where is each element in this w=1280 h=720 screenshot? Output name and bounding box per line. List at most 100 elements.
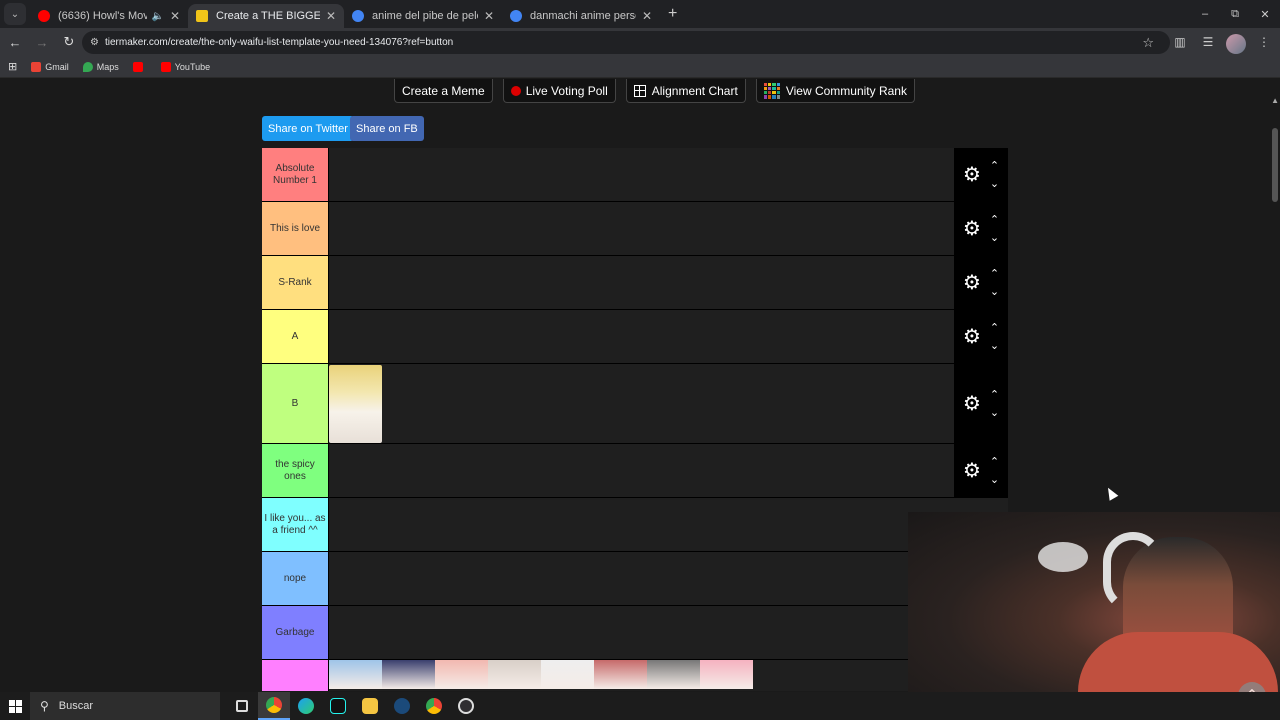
alignment-chart-button[interactable]: Alignment Chart xyxy=(625,79,746,103)
share-facebook-button[interactable]: Share on FB xyxy=(350,116,424,141)
media-control-icon[interactable]: ☰ xyxy=(1198,32,1218,52)
obs-taskbar-icon[interactable] xyxy=(450,692,482,720)
view-community-rank-button[interactable]: View Community Rank xyxy=(755,79,915,103)
tier-label[interactable]: S-Rank xyxy=(262,256,329,309)
unranked-pool[interactable] xyxy=(329,660,954,691)
button-label: Share on Twitter xyxy=(268,122,348,135)
chevron-up-icon[interactable]: ⌃ xyxy=(990,157,999,175)
restore-icon[interactable]: ⧉ xyxy=(1220,0,1250,28)
gear-icon[interactable]: ⚙ xyxy=(963,216,981,241)
tab-youtube[interactable]: (6636) Howl's Moving Castl 🔈 ✕ xyxy=(30,4,188,28)
back-icon[interactable]: ← xyxy=(3,30,27,54)
bookmark-gmail[interactable]: Gmail xyxy=(31,61,69,72)
close-tab-icon[interactable]: ✕ xyxy=(326,9,336,23)
tier-drop-zone[interactable] xyxy=(329,310,954,363)
chevron-down-icon[interactable]: ⌄ xyxy=(990,471,999,489)
character-card[interactable] xyxy=(435,660,488,689)
tier-label[interactable]: I like you... as a friend ^^ xyxy=(262,498,329,551)
scrollbar-thumb[interactable] xyxy=(1272,128,1278,202)
tab-google-search-2[interactable]: danmachi anime personajes - B ✕ xyxy=(502,4,660,28)
gear-icon[interactable]: ⚙ xyxy=(963,162,981,187)
gear-icon[interactable]: ⚙ xyxy=(963,391,981,416)
reload-icon[interactable]: ↻ xyxy=(57,30,81,54)
chevron-up-icon[interactable]: ⌃ xyxy=(990,453,999,471)
youtube-icon xyxy=(132,61,143,72)
gear-icon[interactable]: ⚙ xyxy=(963,458,981,483)
tier-row: S-Rank ⚙ ⌃ ⌄ xyxy=(262,256,1008,310)
tab-search-button[interactable]: ⌄ xyxy=(4,3,26,25)
tier-drop-zone[interactable] xyxy=(329,202,954,255)
forward-icon[interactable]: → xyxy=(30,30,54,54)
tier-label[interactable]: This is love xyxy=(262,202,329,255)
character-card[interactable] xyxy=(647,660,700,689)
tab-google-search-1[interactable]: anime del pibe de pelo blanco ✕ xyxy=(344,4,502,28)
taskbar-search-input[interactable]: ⚲ Buscar xyxy=(30,692,220,720)
windows-taskbar: ⚲ Buscar xyxy=(0,692,1280,720)
create-meme-button[interactable]: Create a Meme xyxy=(394,79,493,103)
file-explorer-taskbar-icon[interactable] xyxy=(354,692,386,720)
tier-label[interactable]: the spicy ones xyxy=(262,444,329,497)
character-card[interactable] xyxy=(594,660,647,689)
scroll-up-icon[interactable]: ▲ xyxy=(1271,96,1279,105)
apps-grid-icon[interactable]: ⊞ xyxy=(8,60,17,73)
close-tab-icon[interactable]: ✕ xyxy=(170,9,180,23)
chevron-up-icon[interactable]: ⌃ xyxy=(990,211,999,229)
extensions-icon[interactable]: ▥ xyxy=(1170,32,1190,52)
tier-label[interactable]: Garbage xyxy=(262,606,329,659)
tier-label[interactable]: B xyxy=(262,364,329,443)
bookmark-star-icon[interactable]: ☆ xyxy=(1142,35,1154,51)
new-tab-button[interactable]: + xyxy=(668,5,677,23)
speaker-icon[interactable]: 🔈 xyxy=(151,11,163,22)
url-input[interactable]: ⚙ tiermaker.com/create/the-only-waifu-li… xyxy=(82,31,1170,54)
character-card[interactable] xyxy=(329,660,382,689)
gear-icon[interactable]: ⚙ xyxy=(963,324,981,349)
bookmark-youtube-icon-only[interactable] xyxy=(132,61,147,72)
chrome-taskbar-icon[interactable] xyxy=(258,692,290,720)
steam-taskbar-icon[interactable] xyxy=(386,692,418,720)
minimize-icon[interactable]: – xyxy=(1190,0,1220,28)
character-card[interactable] xyxy=(700,660,753,689)
live-voting-poll-button[interactable]: Live Voting Poll xyxy=(502,79,616,103)
tier-drop-zone[interactable] xyxy=(329,606,954,659)
profile-avatar[interactable] xyxy=(1226,34,1246,54)
close-tab-icon[interactable]: ✕ xyxy=(642,9,652,23)
search-placeholder: Buscar xyxy=(58,700,94,712)
tier-label[interactable]: A xyxy=(262,310,329,363)
task-view-icon[interactable] xyxy=(226,692,258,720)
tier-drop-zone[interactable] xyxy=(329,498,954,551)
chevron-down-icon[interactable]: ⌄ xyxy=(990,175,999,193)
character-card[interactable] xyxy=(329,365,382,443)
chevron-up-icon[interactable]: ⌃ xyxy=(990,319,999,337)
gear-icon[interactable]: ⚙ xyxy=(963,270,981,295)
close-window-icon[interactable]: ✕ xyxy=(1250,0,1280,28)
share-twitter-button[interactable]: Share on Twitter xyxy=(262,116,354,141)
chrome-profile-taskbar-icon[interactable] xyxy=(418,692,450,720)
character-card[interactable] xyxy=(488,660,541,689)
bookmark-maps[interactable]: Maps xyxy=(82,61,119,72)
tier-drop-zone[interactable] xyxy=(329,148,954,201)
chevron-up-icon[interactable]: ⌃ xyxy=(990,265,999,283)
tab-tiermaker[interactable]: Create a THE BIGGEST WAIFU LI ✕ xyxy=(188,4,344,28)
menu-icon[interactable]: ⋮ xyxy=(1254,32,1274,52)
bookmark-youtube[interactable]: YouTube xyxy=(160,61,210,72)
edge-taskbar-icon[interactable] xyxy=(290,692,322,720)
chevron-down-icon[interactable]: ⌄ xyxy=(990,337,999,355)
character-card[interactable] xyxy=(382,660,435,689)
tier-label[interactable]: Absolute Number 1 xyxy=(262,148,329,201)
tier-drop-zone[interactable] xyxy=(329,364,954,443)
tiktok-taskbar-icon[interactable] xyxy=(322,692,354,720)
chevron-down-icon[interactable]: ⌄ xyxy=(990,229,999,247)
chevron-up-icon[interactable]: ⌃ xyxy=(990,386,999,404)
chevron-down-icon[interactable]: ⌄ xyxy=(990,283,999,301)
tier-drop-zone[interactable] xyxy=(329,256,954,309)
pool-tier-label[interactable] xyxy=(262,660,329,691)
character-card[interactable] xyxy=(541,660,594,689)
move-arrows: ⌃ ⌄ xyxy=(990,157,999,193)
tier-drop-zone[interactable] xyxy=(329,444,954,497)
tier-label[interactable]: nope xyxy=(262,552,329,605)
tier-drop-zone[interactable] xyxy=(329,552,954,605)
close-tab-icon[interactable]: ✕ xyxy=(484,9,494,23)
site-info-icon[interactable]: ⚙ xyxy=(90,37,99,48)
chevron-down-icon[interactable]: ⌄ xyxy=(990,404,999,422)
windows-start-icon[interactable] xyxy=(0,692,30,720)
